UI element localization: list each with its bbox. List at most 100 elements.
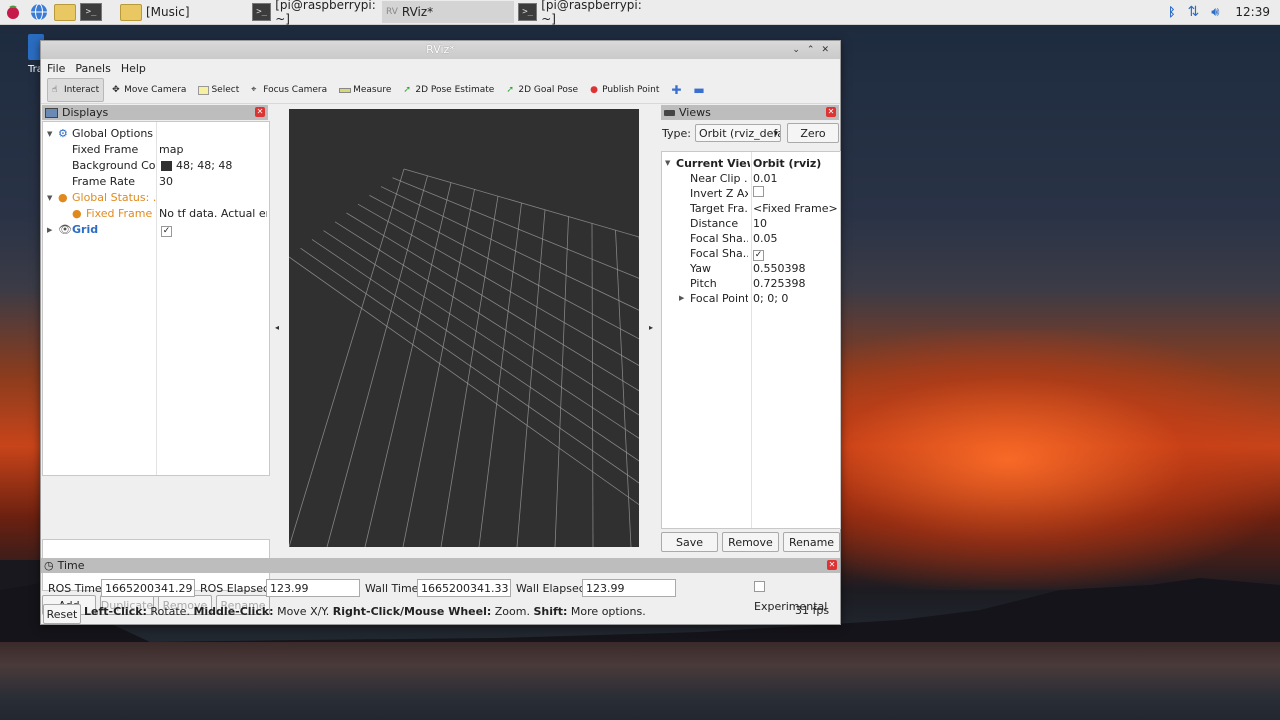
remove-view-button[interactable]: Remove	[722, 532, 779, 552]
network-icon[interactable]: ⇅	[1187, 4, 1199, 20]
select-value: Orbit (rviz_defau	[698, 127, 780, 140]
collapsed-arrow-icon[interactable]: ▶	[679, 291, 684, 306]
tree-row-fixed-frame[interactable]: Fixed Frame map	[43, 142, 269, 158]
zero-button[interactable]: Zero	[786, 123, 839, 143]
collapse-right-icon[interactable]: ▸	[649, 323, 653, 332]
window-titlebar[interactable]: RViz* ⌄⌃✕	[41, 41, 840, 59]
tree-value[interactable]: <Fixed Frame>	[753, 201, 838, 216]
panel-title: Time	[57, 559, 85, 572]
rename-view-button[interactable]: Rename	[783, 532, 840, 552]
expanded-arrow-icon[interactable]: ▼	[47, 190, 52, 206]
close-icon[interactable]: ✕	[821, 45, 836, 55]
close-icon[interactable]: ✕	[826, 107, 836, 117]
remove-tool-button[interactable]: ▬	[689, 79, 708, 101]
menu-file[interactable]: File	[47, 62, 65, 75]
ros-elapsed-label: ROS Elapsed:	[200, 582, 274, 595]
ros-time-field[interactable]: 1665200341.29	[101, 579, 195, 597]
tree-value[interactable]: 0.550398	[753, 261, 806, 276]
task-rviz[interactable]: RV RViz*	[382, 1, 514, 23]
3d-viewport[interactable]	[288, 109, 700, 548]
tree-value[interactable]: 10	[753, 216, 767, 231]
tree-row-background-color[interactable]: Background Col... 48; 48; 48	[43, 158, 269, 174]
tree-row-global-status[interactable]: ▼ ● Global Status: ...	[43, 190, 269, 206]
menu-help[interactable]: Help	[121, 62, 146, 75]
publish-point-tool[interactable]: ● Publish Point	[586, 79, 663, 101]
displays-header: Displays ✕	[42, 105, 268, 120]
interact-tool[interactable]: ☝ Interact	[47, 78, 105, 102]
select-tool[interactable]: Select	[194, 79, 243, 101]
close-icon[interactable]: ✕	[827, 560, 837, 570]
pose-estimate-tool[interactable]: ➚ 2D Pose Estimate	[399, 79, 498, 101]
wall-time-field[interactable]: 1665200341.33	[417, 579, 511, 597]
tree-value[interactable]: map	[159, 142, 267, 158]
goal-pose-tool[interactable]: ➚ 2D Goal Pose	[502, 79, 582, 101]
tree-value[interactable]: 0.05	[753, 231, 778, 246]
focus-camera-tool[interactable]: ⌖ Focus Camera	[247, 79, 331, 101]
view-row-near-clip[interactable]: Near Clip ... 0.01	[662, 171, 840, 186]
tree-row-global-options[interactable]: ▼ ⚙ Global Options	[43, 126, 269, 142]
grid-line	[478, 202, 522, 548]
task-terminal-1[interactable]: >_ [pi@raspberrypi: ~]	[248, 0, 382, 26]
view-row-focal-point[interactable]: ▶ Focal Point 0; 0; 0	[662, 291, 840, 306]
save-view-button[interactable]: Save	[661, 532, 718, 552]
tree-value[interactable]: 30	[159, 174, 267, 190]
tree-value[interactable]: 0.01	[753, 171, 778, 186]
collapse-left-icon[interactable]: ◂	[275, 323, 279, 332]
close-icon[interactable]: ✕	[255, 107, 265, 117]
wallpaper-sunset	[820, 330, 1280, 590]
grid-line	[334, 221, 676, 439]
menu-panels[interactable]: Panels	[75, 62, 110, 75]
tree-value[interactable]: 48; 48; 48	[176, 158, 284, 174]
tree-value[interactable]: 0; 0; 0	[753, 291, 788, 306]
clock[interactable]: 12:39	[1235, 5, 1270, 19]
grid-line	[516, 209, 546, 548]
tree-key: Focal Point	[690, 292, 748, 305]
tool-label: 2D Pose Estimate	[415, 85, 495, 95]
file-manager-icon[interactable]	[54, 1, 76, 23]
current-view-row[interactable]: ▼ Current View Orbit (rviz)	[662, 156, 840, 171]
invert-z-checkbox[interactable]	[753, 186, 764, 201]
maximize-icon[interactable]: ⌃	[807, 45, 822, 55]
expanded-arrow-icon[interactable]: ▼	[665, 156, 670, 171]
volume-icon[interactable]: 🔊︎	[1211, 5, 1219, 20]
views-header: Views ✕	[661, 105, 839, 120]
view-row-focal-shape-size[interactable]: Focal Sha... 0.05	[662, 231, 840, 246]
view-row-yaw[interactable]: Yaw 0.550398	[662, 261, 840, 276]
color-swatch[interactable]	[161, 161, 172, 171]
raspberry-menu-icon[interactable]	[2, 1, 24, 23]
task-terminal-2[interactable]: >_ [pi@raspberrypi: ~]	[514, 0, 648, 26]
terminal-icon: >_	[518, 3, 538, 21]
tool-label: Focus Camera	[263, 85, 328, 95]
view-row-invert-z[interactable]: Invert Z Axis	[662, 186, 840, 201]
collapsed-arrow-icon[interactable]: ▶	[47, 222, 52, 238]
web-browser-icon[interactable]	[28, 1, 50, 23]
tree-row-grid[interactable]: ▶ 👁︎ Grid ✓	[43, 222, 269, 238]
tree-row-frame-rate[interactable]: Frame Rate 30	[43, 174, 269, 190]
expanded-arrow-icon[interactable]: ▼	[47, 126, 52, 142]
tree-value: No tf data. Actual err...	[159, 207, 267, 220]
grid-enabled-checkbox[interactable]: ✓	[161, 222, 269, 238]
measure-tool[interactable]: Measure	[335, 79, 395, 101]
reset-button[interactable]: Reset	[43, 604, 81, 624]
bluetooth-icon[interactable]: ᛒ	[1168, 5, 1175, 19]
focal-shape-checkbox[interactable]: ✓	[753, 246, 764, 261]
wall-elapsed-field[interactable]: 123.99	[582, 579, 676, 597]
monitor-icon	[45, 107, 58, 118]
view-type-select[interactable]: Orbit (rviz_defau ▾	[694, 124, 781, 142]
ros-elapsed-field[interactable]: 123.99	[266, 579, 360, 597]
minimize-icon[interactable]: ⌄	[792, 45, 807, 55]
view-row-focal-shape-fixed[interactable]: Focal Sha... ✓	[662, 246, 840, 261]
displays-tree: ▼ ⚙ Global Options Fixed Frame map Backg…	[42, 121, 270, 476]
terminal-icon[interactable]: >_	[80, 1, 102, 23]
tree-key: Pitch	[690, 277, 717, 290]
grid-line	[323, 230, 682, 467]
tree-value[interactable]: 0.725398	[753, 276, 806, 291]
add-tool-button[interactable]: ✚	[667, 79, 685, 101]
view-row-pitch[interactable]: Pitch 0.725398	[662, 276, 840, 291]
checkbox-value: ✓	[753, 250, 764, 261]
tree-row-status-fixed-frame[interactable]: ● Fixed Frame No tf data. Actual err...	[43, 206, 269, 222]
view-row-distance[interactable]: Distance 10	[662, 216, 840, 231]
move-camera-tool[interactable]: ✥ Move Camera	[108, 79, 190, 101]
task-music[interactable]: [Music]	[116, 1, 248, 23]
view-row-target-frame[interactable]: Target Fra... <Fixed Frame>	[662, 201, 840, 216]
